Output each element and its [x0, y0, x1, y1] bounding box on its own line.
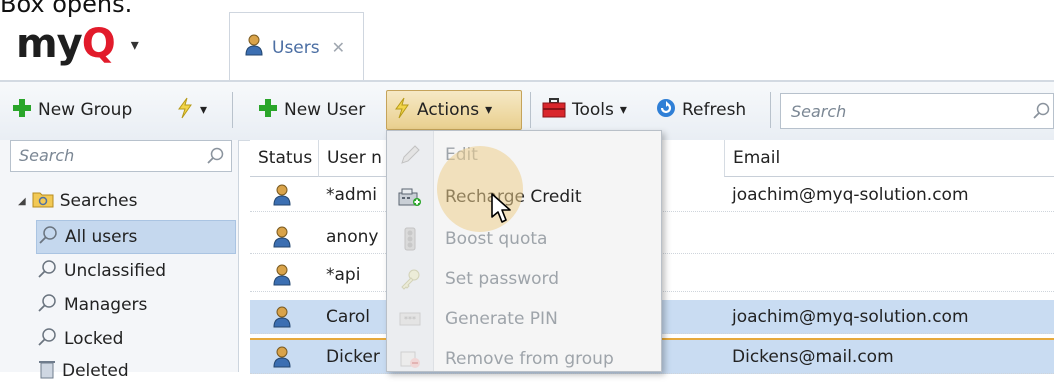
toolbar-separator	[232, 92, 233, 128]
chevron-down-icon: ▾	[200, 102, 208, 118]
magnifier-icon	[38, 259, 58, 284]
toolbox-icon	[542, 97, 566, 123]
search-input[interactable]: Search	[780, 93, 1054, 129]
tree-item-deleted[interactable]: Deleted	[38, 354, 129, 388]
menu-item-boost-quota[interactable]: Boost quota	[387, 219, 661, 259]
refresh-label: Refresh	[682, 100, 747, 120]
user-status-icon	[250, 300, 318, 334]
tree-item-label: Unclassified	[64, 261, 167, 281]
user-status-icon	[250, 258, 318, 292]
cell-username: *admi	[326, 185, 377, 205]
cell-username: *api	[326, 265, 361, 285]
column-header-email[interactable]: Email	[724, 140, 1054, 177]
magnifier-icon	[38, 327, 58, 352]
new-group-button[interactable]: New Group	[8, 90, 136, 130]
column-header-status[interactable]: Status	[250, 140, 318, 177]
folder-search-icon	[32, 190, 54, 213]
lightning-icon	[393, 97, 411, 124]
new-user-button[interactable]: New User	[254, 90, 369, 130]
logo-caret-icon: ▾	[130, 34, 139, 54]
toolbar-separator	[770, 92, 771, 128]
cell-username: Carol	[326, 307, 371, 327]
cell-email: Dickens@mail.com	[732, 347, 894, 367]
plus-icon	[258, 98, 278, 123]
tree-item-locked[interactable]: Locked	[38, 322, 123, 356]
group-search-input[interactable]: Search	[10, 140, 232, 172]
tree-item-label: Deleted	[62, 361, 129, 381]
actions-label: Actions	[417, 100, 480, 120]
cell-username: Dicker	[326, 347, 380, 367]
tree-node-searches[interactable]: ◢ Searches	[18, 184, 137, 218]
traffic-light-icon	[387, 227, 433, 251]
cash-register-icon	[387, 187, 433, 207]
cell-email	[724, 258, 1054, 292]
tree-item-label: Managers	[64, 295, 148, 315]
tree-item-label: Locked	[64, 329, 124, 349]
logo-menu[interactable]: myQ ▾	[16, 19, 139, 69]
new-group-label: New Group	[38, 100, 133, 120]
cell-email	[724, 220, 1054, 254]
actions-dropdown-menu: Edit Recharge Credit Boost quota Set pas…	[386, 130, 662, 372]
user-status-icon	[250, 340, 318, 374]
tree-item-label: All users	[65, 227, 138, 247]
tree-item-all-users[interactable]: All users	[36, 220, 236, 254]
menu-item-label: Set password	[445, 269, 560, 289]
group-actions-button[interactable]: ▾	[172, 90, 211, 130]
menu-item-recharge-credit[interactable]: Recharge Credit	[387, 177, 661, 217]
tree-item-managers[interactable]: Managers	[38, 288, 147, 322]
menu-item-generate-pin[interactable]: *** Generate PIN	[387, 299, 661, 339]
cell-username: anony	[326, 227, 379, 247]
chevron-down-icon: ▾	[485, 102, 493, 118]
cell-email: joachim@myq-solution.com	[732, 307, 969, 327]
menu-item-set-password[interactable]: Set password	[387, 259, 661, 299]
refresh-icon	[656, 98, 676, 123]
menu-item-label: Generate PIN	[445, 309, 558, 329]
user-icon	[244, 34, 264, 61]
menu-item-label: Boost quota	[445, 229, 548, 249]
pin-pad-icon: ***	[387, 311, 433, 327]
chevron-down-icon: ▾	[619, 102, 627, 118]
refresh-button[interactable]: Refresh	[652, 90, 750, 130]
new-user-label: New User	[284, 100, 366, 120]
trash-icon	[38, 359, 56, 384]
toolbar-separator	[530, 92, 531, 128]
plus-icon	[12, 98, 32, 123]
menu-item-edit[interactable]: Edit	[387, 135, 661, 175]
user-status-icon	[250, 178, 318, 212]
actions-button[interactable]: Actions ▾	[386, 90, 522, 130]
magnifier-icon	[38, 293, 58, 318]
svg-text:***: ***	[404, 315, 416, 324]
user-status-icon	[250, 220, 318, 254]
tools-button[interactable]: Tools ▾	[538, 90, 631, 130]
app-header	[0, 0, 1054, 80]
pencil-icon	[387, 144, 433, 166]
tab-label: Users	[272, 37, 320, 58]
mouse-cursor-icon	[490, 193, 516, 230]
magnifier-icon	[39, 225, 59, 250]
tools-label: Tools	[572, 100, 614, 120]
menu-item-remove-from-group[interactable]: Remove from group	[387, 339, 661, 379]
lightning-icon	[176, 97, 194, 124]
search-icon	[1033, 102, 1051, 125]
search-placeholder: Search	[19, 146, 75, 165]
remove-group-icon	[387, 349, 433, 369]
menu-item-label: Remove from group	[445, 349, 614, 369]
expand-triangle-icon[interactable]: ◢	[18, 196, 26, 207]
tab-users[interactable]: Users ✕	[229, 12, 364, 82]
tree-node-label: Searches	[59, 191, 138, 211]
cell-email: joachim@myq-solution.com	[732, 185, 969, 205]
search-placeholder: Search	[791, 102, 847, 121]
close-icon[interactable]: ✕	[332, 38, 345, 57]
logo: myQ	[16, 21, 116, 67]
key-icon	[387, 268, 433, 290]
search-icon	[207, 147, 225, 170]
tree-item-unclassified[interactable]: Unclassified	[38, 254, 166, 288]
